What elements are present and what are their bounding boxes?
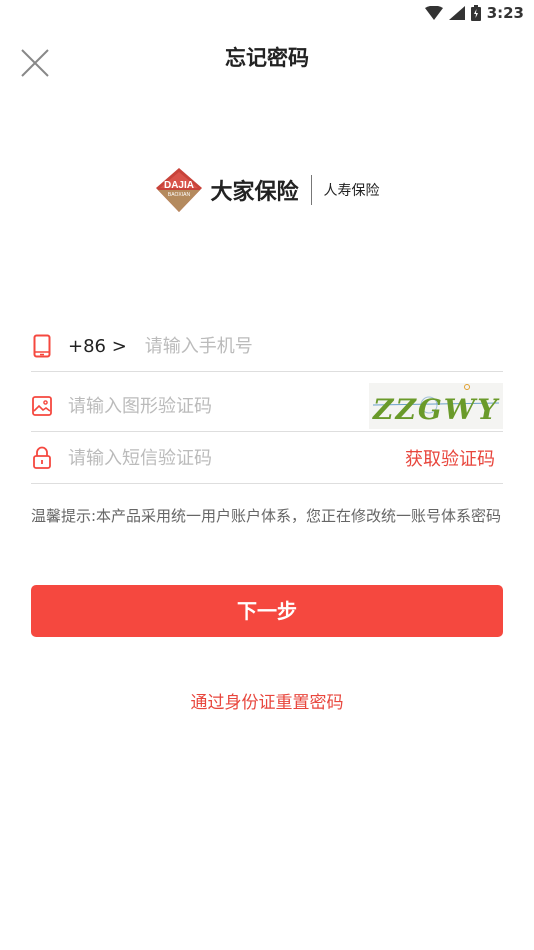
brand-logo: DAJIA BAOXIAN 大家保险 人寿保险 — [0, 162, 534, 218]
cellular-signal-icon — [448, 6, 465, 20]
captcha-text: ZZGWY — [372, 393, 500, 426]
status-time: 3:23 — [486, 4, 524, 22]
image-captcha-input[interactable] — [68, 395, 318, 417]
phone-input[interactable] — [144, 335, 395, 357]
sms-code-field: 获取验证码 — [31, 433, 503, 484]
id-reset-link[interactable]: 通过身份证重置密码 — [0, 688, 534, 713]
page-title: 忘记密码 — [225, 46, 309, 70]
status-icons: 3:23 — [424, 4, 524, 22]
image-icon — [31, 394, 53, 418]
nav-header: 忘记密码 — [0, 36, 534, 86]
dajia-logo-icon: DAJIA BAOXIAN — [156, 168, 203, 212]
captcha-image[interactable]: ZZGWY — [369, 383, 503, 429]
image-captcha-field: ZZGWY — [31, 381, 503, 432]
battery-icon — [470, 5, 481, 21]
next-button[interactable]: 下一步 — [31, 585, 503, 637]
svg-text:BAOXIAN: BAOXIAN — [168, 192, 191, 198]
logo-sub-text: 人寿保险 — [323, 183, 380, 199]
status-bar: 3:23 — [0, 0, 534, 28]
tip-text: 温馨提示:本产品采用统一用户账户体系，您正在修改统一账号体系密码 — [31, 507, 502, 525]
logo-main-text: 大家保险 — [210, 180, 299, 205]
svg-text:DAJIA: DAJIA — [164, 180, 194, 191]
phone-field: +86 > — [31, 321, 503, 372]
get-code-button[interactable]: 获取验证码 — [405, 445, 495, 471]
country-code-selector[interactable]: +86 > — [68, 336, 127, 357]
lock-icon — [31, 446, 53, 470]
sms-code-input[interactable] — [68, 447, 318, 469]
wifi-icon — [424, 6, 443, 20]
phone-icon — [31, 334, 53, 358]
logo-divider — [310, 175, 312, 205]
